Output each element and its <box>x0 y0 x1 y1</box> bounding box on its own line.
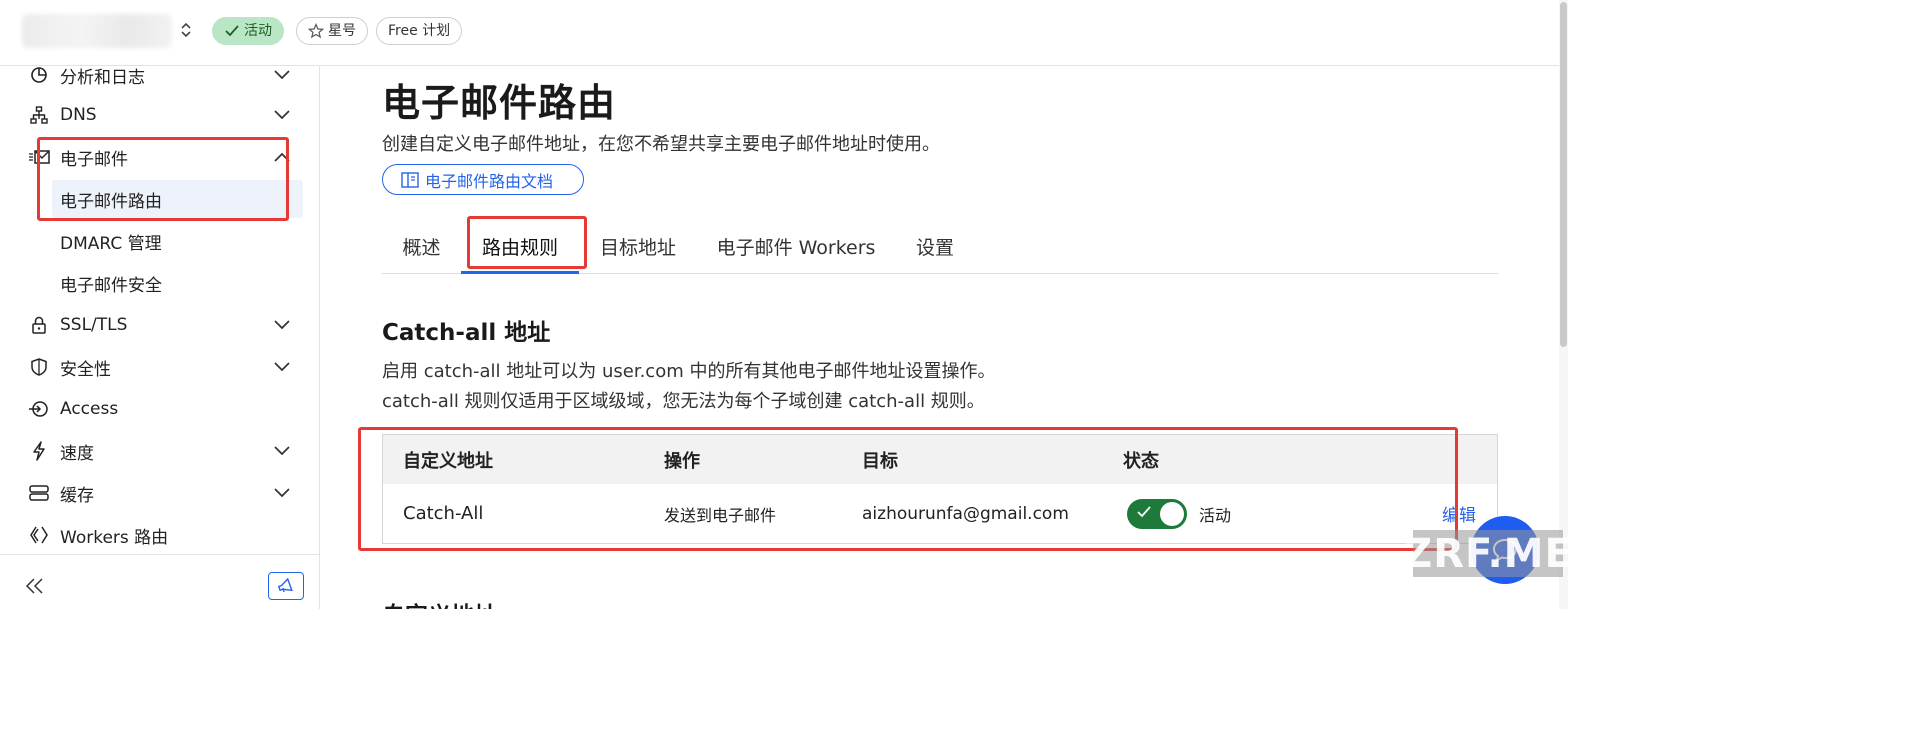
star-button[interactable]: 星号 <box>296 17 368 45</box>
page-description: 创建自定义电子邮件地址，在您不希望共享主要电子邮件地址时使用。 <box>382 134 940 155</box>
chevron-down-icon[interactable] <box>272 357 292 377</box>
chevron-down-icon[interactable] <box>272 483 292 503</box>
column-header-status: 状态 <box>1123 450 1159 472</box>
sidebar-item-label: SSL/TLS <box>60 315 128 335</box>
catchall-enable-toggle[interactable] <box>1127 498 1187 529</box>
tab-settings[interactable]: 设置 <box>895 218 975 274</box>
status-badge: 活动 <box>212 17 284 45</box>
chevron-down-icon[interactable] <box>272 105 292 125</box>
workers-icon <box>28 524 50 546</box>
star-icon <box>308 23 324 39</box>
sidebar-item-workers-routes[interactable]: Workers 路由 <box>0 518 320 552</box>
toggle-knob <box>1160 501 1184 526</box>
collapse-sidebar-icon[interactable] <box>22 573 48 599</box>
sidebar-item-label: 缓存 <box>60 485 94 506</box>
database-icon <box>28 482 50 504</box>
page-scrollbar[interactable] <box>1559 0 1568 609</box>
sidebar-item-label: 电子邮件 <box>60 149 128 170</box>
catchall-description-line2: catch-all 规则仅适用于区域级域，您无法为每个子域创建 catch-al… <box>382 391 985 412</box>
sidebar-subitem-label: 电子邮件安全 <box>60 275 162 296</box>
sidebar-subitem-label: DMARC 管理 <box>60 233 162 254</box>
catchall-section-title: Catch-all 地址 <box>382 320 551 346</box>
scrollbar-thumb[interactable] <box>1560 2 1567 347</box>
main-content: 电子邮件路由 创建自定义电子邮件地址，在您不希望共享主要电子邮件地址时使用。 电… <box>321 66 1568 609</box>
book-icon <box>401 171 419 188</box>
column-header-destination: 目标 <box>862 450 898 472</box>
sidebar-subitem-dmarc[interactable]: DMARC 管理 <box>52 222 303 260</box>
column-header-address: 自定义地址 <box>403 450 493 472</box>
sidebar: 分析和日志 DNS 电子邮件 电子邮件路由 DMARC 管理 电子邮件安全 SS… <box>0 66 320 609</box>
cell-address: Catch-All <box>403 503 484 524</box>
status-badge-label: 活动 <box>244 23 272 39</box>
chevron-down-icon[interactable] <box>272 65 292 85</box>
sidebar-subitem-label: 电子邮件路由 <box>60 191 162 212</box>
email-icon <box>28 146 50 168</box>
tab-label: 概述 <box>402 236 441 259</box>
catchall-table: 自定义地址 操作 目标 状态 Catch-All 发送到电子邮件 aizhour… <box>382 434 1498 544</box>
watermark: ZRF.ME <box>1403 530 1573 577</box>
sidebar-item-access[interactable]: Access <box>0 392 320 426</box>
sidebar-subitem-email-routing[interactable]: 电子邮件路由 <box>52 180 303 218</box>
sidebar-item-label: 分析和日志 <box>60 67 145 88</box>
cell-action: 发送到电子邮件 <box>664 505 777 525</box>
chevron-up-icon[interactable] <box>272 147 292 167</box>
tab-email-workers[interactable]: 电子邮件 Workers <box>697 218 895 274</box>
chevron-down-icon[interactable] <box>272 441 292 461</box>
tab-label: 设置 <box>915 236 954 259</box>
sidebar-item-label: DNS <box>60 105 97 125</box>
sidebar-item-analytics[interactable]: 分析和日志 <box>0 58 320 92</box>
top-bar: 活动 星号 Free 计划 <box>0 0 1568 66</box>
tab-destination-addresses[interactable]: 目标地址 <box>579 218 697 274</box>
docs-link-button[interactable]: 电子邮件路由文档 <box>382 164 584 195</box>
tab-label: 电子邮件 Workers <box>716 236 876 259</box>
sidebar-item-label: 安全性 <box>60 359 111 380</box>
sidebar-item-label: Workers 路由 <box>60 527 169 548</box>
catchall-description-line1: 启用 catch-all 地址可以为 user.com 中的所有其他电子邮件地址… <box>382 361 996 382</box>
lightning-icon <box>28 440 50 462</box>
lock-icon <box>28 314 50 336</box>
tab-bar: 概述 路由规则 目标地址 电子邮件 Workers 设置 <box>382 218 1498 274</box>
edit-link[interactable]: 编辑 <box>1442 501 1476 526</box>
check-icon <box>1137 505 1151 517</box>
sidebar-footer <box>0 554 320 609</box>
page-title: 电子邮件路由 <box>382 81 617 125</box>
active-tab-indicator <box>461 271 579 274</box>
tab-label: 目标地址 <box>599 236 676 259</box>
sidebar-subitem-email-security[interactable]: 电子邮件安全 <box>52 264 303 302</box>
sidebar-item-label: Access <box>60 399 119 419</box>
sidebar-item-security[interactable]: 安全性 <box>0 350 320 384</box>
check-icon <box>225 25 239 37</box>
pie-chart-icon <box>28 64 50 86</box>
shield-icon <box>28 356 50 378</box>
table-header: 自定义地址 操作 目标 状态 <box>383 435 1497 484</box>
network-icon <box>28 104 50 126</box>
access-icon <box>28 398 50 420</box>
plan-badge-label: Free 计划 <box>388 23 451 39</box>
feedback-megaphone-icon[interactable] <box>268 572 304 600</box>
tab-routing-rules[interactable]: 路由规则 <box>461 218 579 274</box>
sidebar-item-cache[interactable]: 缓存 <box>0 476 320 510</box>
star-button-label: 星号 <box>328 23 356 39</box>
tab-overview[interactable]: 概述 <box>382 218 461 274</box>
sidebar-item-dns[interactable]: DNS <box>0 98 320 132</box>
docs-link-label: 电子邮件路由文档 <box>425 171 554 191</box>
cell-status: 活动 <box>1127 484 1231 543</box>
sidebar-item-label: 速度 <box>60 443 94 464</box>
domain-selector-blurred[interactable] <box>22 14 172 48</box>
status-label: 活动 <box>1199 505 1232 525</box>
table-row: Catch-All 发送到电子邮件 aizhourunfa@gmail.com … <box>383 484 1497 543</box>
custom-addresses-section-title: 自定义地址 <box>382 596 497 609</box>
column-header-action: 操作 <box>664 450 700 472</box>
sidebar-item-email[interactable]: 电子邮件 <box>0 140 320 174</box>
tab-label: 路由规则 <box>481 236 558 259</box>
domain-switch-icon[interactable] <box>178 20 194 42</box>
cell-destination: aizhourunfa@gmail.com <box>862 503 1069 524</box>
plan-badge[interactable]: Free 计划 <box>376 17 463 45</box>
chevron-down-icon[interactable] <box>272 315 292 335</box>
sidebar-item-speed[interactable]: 速度 <box>0 434 320 468</box>
sidebar-item-ssl[interactable]: SSL/TLS <box>0 308 320 342</box>
